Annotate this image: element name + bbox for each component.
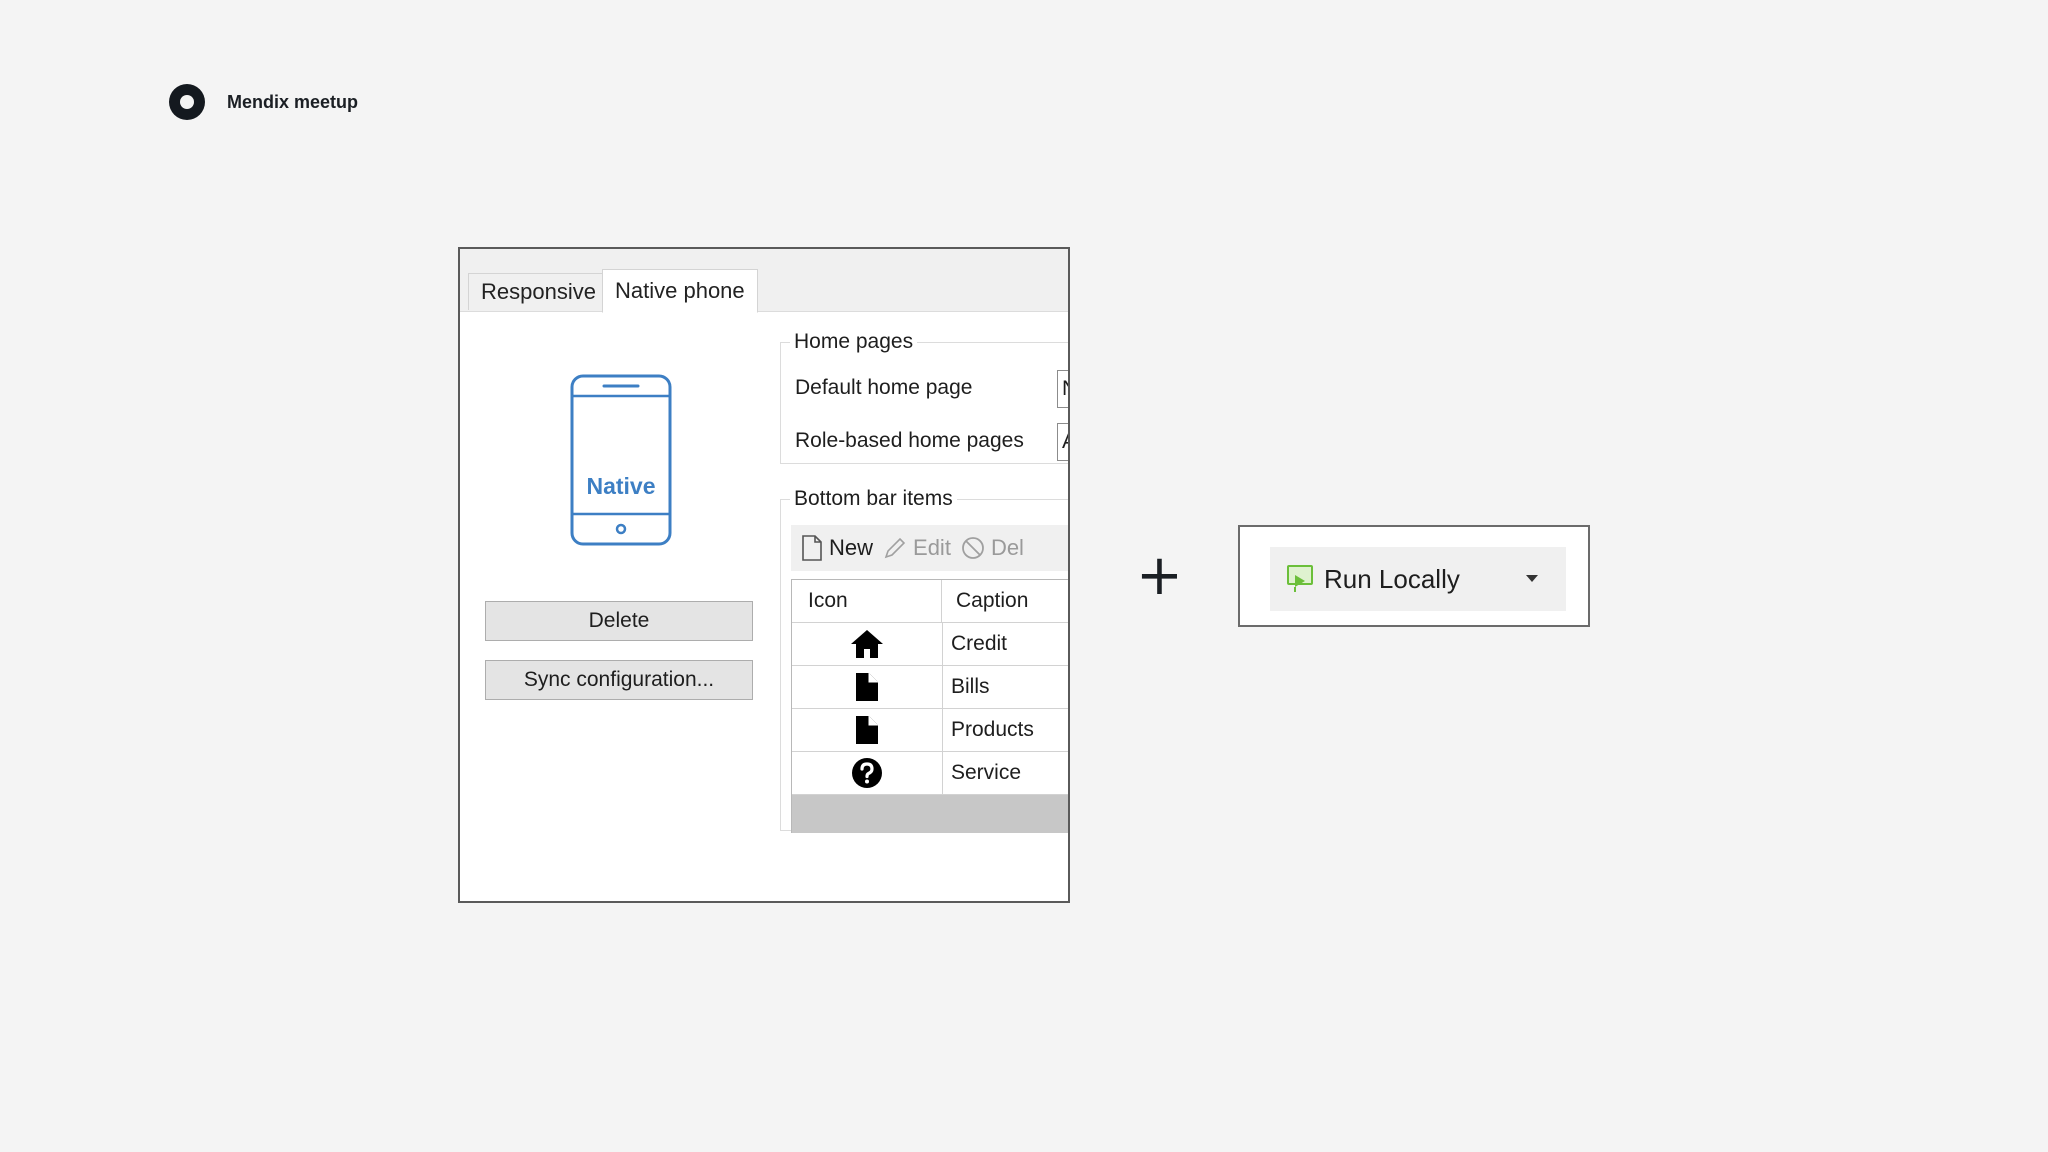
table-row[interactable]: Bills [792, 666, 1068, 709]
table-row[interactable]: Products [792, 709, 1068, 752]
row-caption: Products [951, 718, 1034, 741]
plus-sign: + [1136, 543, 1183, 608]
mendix-logo-icon [169, 84, 205, 120]
home-pages-legend: Home pages [790, 330, 918, 354]
row-caption: Bills [951, 675, 990, 698]
brand-title: Mendix meetup [227, 91, 359, 112]
role-based-home-pages-label: Role-based home pages [795, 429, 1024, 452]
run-locally-label: Run Locally [1324, 563, 1460, 594]
delete-item-label: Del [990, 535, 1024, 560]
default-home-page-label: Default home page [795, 376, 973, 399]
native-phone-icon: Native [570, 374, 672, 546]
tab-strip: Responsive Native phone [460, 249, 1068, 313]
navigation-profile-panel: Responsive Native phone Native Delete Sy… [458, 247, 1070, 903]
grid-header: Icon Caption [792, 580, 1068, 623]
file-icon [856, 716, 878, 744]
run-locally-button[interactable]: Run Locally [1270, 547, 1566, 611]
grid-empty-area [792, 795, 1068, 833]
default-home-page-field[interactable]: N [1057, 370, 1068, 408]
role-based-home-pages-field[interactable]: A [1057, 423, 1068, 461]
home-pages-group: Home pages Default home page N Role-base… [780, 330, 1068, 464]
pencil-icon [884, 537, 906, 559]
delete-profile-button[interactable]: Delete [485, 601, 753, 641]
column-header-caption[interactable]: Caption [942, 580, 1068, 622]
question-circle-icon [852, 758, 882, 788]
new-item-button[interactable]: New [801, 535, 873, 561]
delete-item-button[interactable]: Del [961, 535, 1024, 561]
bottom-bar-toolbar: New Edit Del [791, 525, 1068, 571]
phone-label: Native [586, 473, 655, 499]
tab-native-phone[interactable]: Native phone [602, 269, 758, 313]
bottom-bar-items-grid: Icon Caption Credit Bills Products Servi… [791, 579, 1068, 833]
home-icon [851, 630, 883, 658]
sync-configuration-button[interactable]: Sync configuration... [485, 660, 753, 700]
bottom-bar-items-legend: Bottom bar items [790, 487, 957, 511]
table-row[interactable]: Credit [792, 623, 1068, 666]
new-document-icon [802, 535, 822, 561]
run-locally-icon [1287, 565, 1313, 592]
row-caption: Service [951, 761, 1022, 784]
file-icon [856, 673, 878, 701]
row-caption: Credit [951, 632, 1008, 655]
prohibited-icon [962, 537, 984, 559]
new-item-label: New [829, 535, 874, 560]
column-header-icon[interactable]: Icon [792, 580, 942, 622]
bottom-bar-items-group: Bottom bar items New Edit Del Icon Capti… [780, 487, 1068, 833]
tab-responsive[interactable]: Responsive [468, 273, 609, 310]
chevron-down-icon[interactable] [1526, 575, 1538, 582]
brand: Mendix meetup [169, 84, 358, 120]
edit-item-label: Edit [913, 535, 951, 560]
edit-item-button[interactable]: Edit [883, 535, 951, 561]
run-locally-panel: Run Locally [1238, 525, 1590, 627]
table-row[interactable]: Service [792, 752, 1068, 795]
